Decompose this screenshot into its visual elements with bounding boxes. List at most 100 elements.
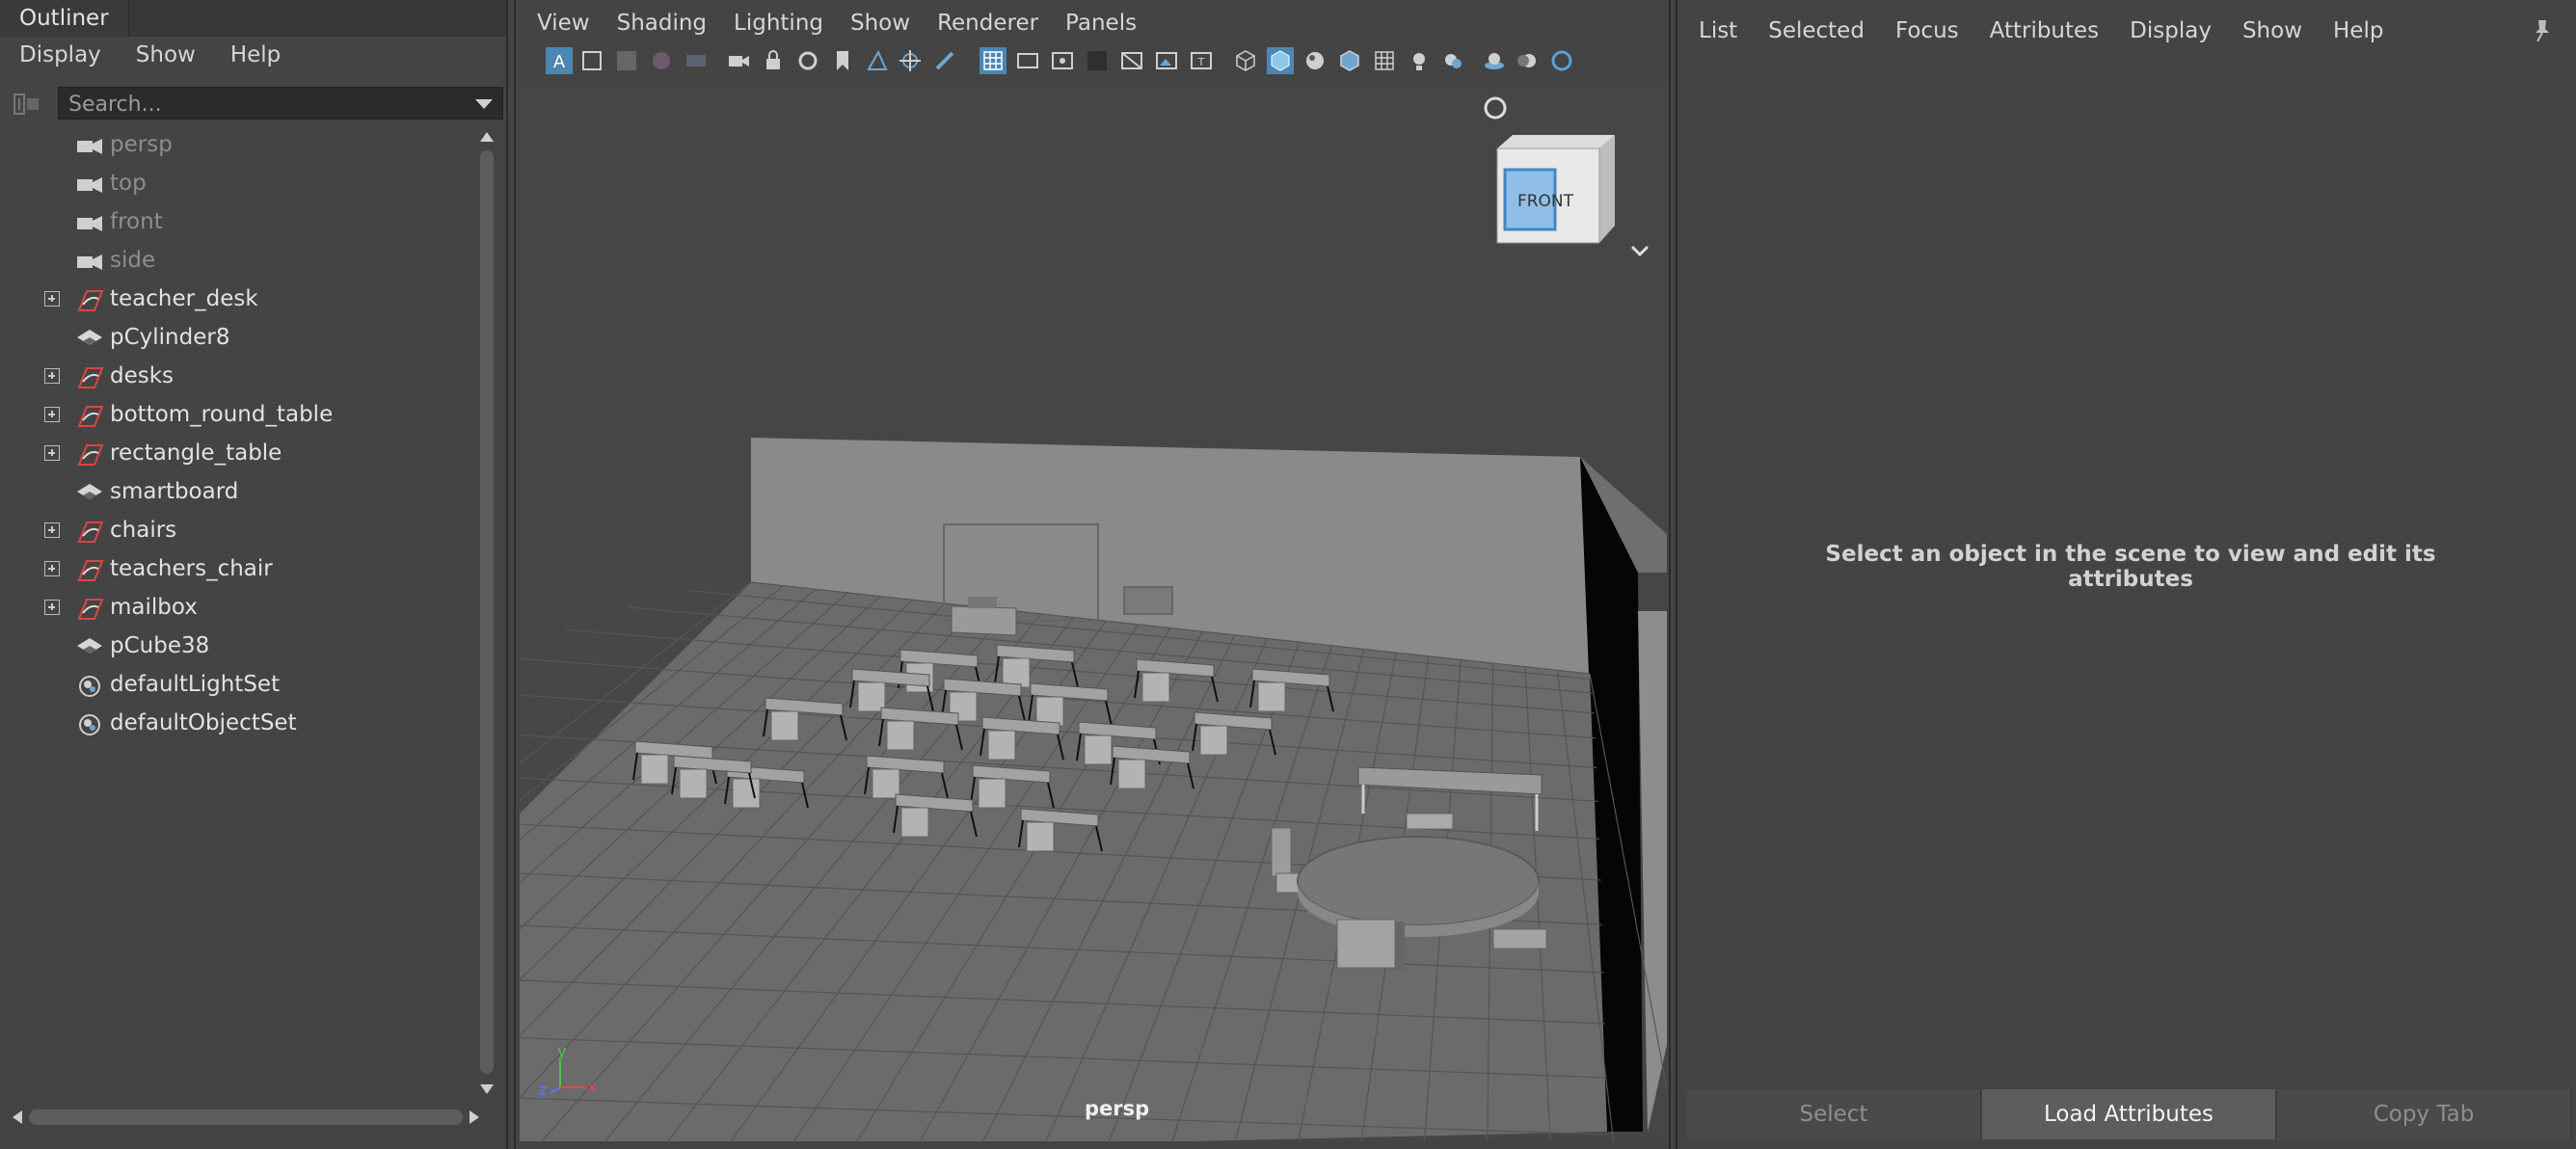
copy-tab-button[interactable]: Copy Tab <box>2277 1089 2572 1139</box>
frame-icon[interactable] <box>579 48 604 73</box>
gate-mask-icon[interactable] <box>1085 48 1110 73</box>
viewport-menu-shading[interactable]: Shading <box>604 6 720 40</box>
group-node-icon <box>73 557 106 581</box>
mailbox-mesh[interactable] <box>1123 586 1173 615</box>
viewport-menubar: View Shading Lighting Show Renderer Pane… <box>523 6 1150 40</box>
grid-view-icon[interactable] <box>614 48 639 73</box>
outliner-horizontal-scrollbar[interactable] <box>10 1105 492 1130</box>
search-dropdown-icon[interactable] <box>475 99 493 109</box>
lock-camera-icon[interactable] <box>761 48 786 73</box>
safe-title-icon[interactable]: T <box>1189 48 1214 73</box>
camera-attributes-icon[interactable] <box>795 48 820 73</box>
viewport-menu-view[interactable]: View <box>523 6 604 40</box>
outliner-item[interactable]: desks <box>0 357 472 395</box>
attr-menu-selected[interactable]: Selected <box>1753 12 1880 50</box>
viewport-menu-panels[interactable]: Panels <box>1052 6 1150 40</box>
use-all-lights-icon[interactable] <box>1407 48 1432 73</box>
outliner-item[interactable]: pCylinder8 <box>0 318 472 357</box>
resolution-gate-icon[interactable] <box>684 48 709 73</box>
textured-icon[interactable] <box>1372 48 1397 73</box>
outliner-menu-display[interactable]: Display <box>2 37 119 73</box>
outliner-item[interactable]: smartboard <box>0 472 472 511</box>
viewport-menu-renderer[interactable]: Renderer <box>924 6 1052 40</box>
shadows-icon[interactable] <box>1439 48 1464 73</box>
outliner-item[interactable]: top <box>0 164 472 202</box>
attr-menu-show[interactable]: Show <box>2227 12 2318 50</box>
chair-mesh[interactable] <box>1492 928 1547 949</box>
film-icon[interactable] <box>1015 48 1040 73</box>
grid-icon[interactable] <box>979 46 1007 75</box>
safe-action-icon[interactable] <box>1154 48 1179 73</box>
3d-scene-view[interactable]: y x z FRONT <box>520 81 1667 1141</box>
pin-icon[interactable] <box>2530 17 2555 44</box>
select-camera-icon[interactable]: A <box>545 46 574 75</box>
expand-icon[interactable] <box>44 291 60 307</box>
filter-icon[interactable] <box>12 89 42 120</box>
outliner-item[interactable]: defaultLightSet <box>0 665 472 704</box>
viewport-menu-lighting[interactable]: Lighting <box>720 6 837 40</box>
outliner-item[interactable]: pCube38 <box>0 627 472 665</box>
outliner-item[interactable]: teachers_chair <box>0 549 472 588</box>
svg-text:T: T <box>1197 56 1205 68</box>
scroll-left-icon[interactable] <box>10 1109 25 1126</box>
expand-icon[interactable] <box>44 522 60 538</box>
film-gate-icon[interactable] <box>649 48 674 73</box>
2d-pan-zoom-icon[interactable] <box>898 48 923 73</box>
attr-menu-list[interactable]: List <box>1683 12 1753 50</box>
outliner-item[interactable]: chairs <box>0 511 472 549</box>
attr-menu-help[interactable]: Help <box>2318 12 2399 50</box>
scroll-down-icon[interactable] <box>478 1082 496 1097</box>
wireframe-on-shaded-icon[interactable] <box>1337 48 1362 73</box>
grease-pencil-icon[interactable] <box>932 48 957 73</box>
camera-icon[interactable] <box>726 48 751 73</box>
screen-space-ao-icon[interactable] <box>1482 48 1507 73</box>
resolution-icon[interactable] <box>1050 48 1075 73</box>
expand-icon[interactable] <box>44 600 60 615</box>
attr-menu-display[interactable]: Display <box>2114 12 2227 50</box>
outliner-tab[interactable]: Outliner <box>0 0 129 37</box>
outliner-item-label: teachers_chair <box>110 556 273 581</box>
anti-aliasing-icon[interactable] <box>1549 48 1574 73</box>
smooth-shade-icon[interactable] <box>1266 46 1295 75</box>
outliner-item[interactable]: teacher_desk <box>0 280 472 318</box>
empty-selection-message: Select an object in the scene to view an… <box>1825 542 2436 592</box>
outliner-item[interactable]: bottom_round_table <box>0 395 472 434</box>
motion-blur-icon[interactable] <box>1515 48 1540 73</box>
outliner-item[interactable]: persp <box>0 125 472 164</box>
wireframe-icon[interactable] <box>1233 48 1258 73</box>
outliner-item-label: chairs <box>110 518 177 543</box>
load-attributes-button[interactable]: Load Attributes <box>1982 1089 2277 1139</box>
svg-text:A: A <box>553 52 566 72</box>
outliner-item[interactable]: mailbox <box>0 588 472 627</box>
outliner-item[interactable]: defaultObjectSet <box>0 704 472 742</box>
chair-mesh[interactable] <box>1271 827 1292 877</box>
camera-node-icon <box>73 210 106 233</box>
scroll-up-icon[interactable] <box>478 129 496 145</box>
bookmark-icon[interactable] <box>830 48 855 73</box>
outliner-menu-show[interactable]: Show <box>119 37 213 73</box>
expand-icon[interactable] <box>44 445 60 461</box>
field-chart-icon[interactable] <box>1119 48 1144 73</box>
outliner-vertical-scrollbar[interactable] <box>478 129 496 1094</box>
attr-menu-attributes[interactable]: Attributes <box>1974 12 2115 50</box>
chair-mesh[interactable] <box>1336 919 1396 969</box>
expand-icon[interactable] <box>44 561 60 576</box>
search-input[interactable] <box>67 88 456 120</box>
attr-menu-focus[interactable]: Focus <box>1880 12 1974 50</box>
scrollbar-thumb[interactable] <box>29 1109 463 1125</box>
camera-node-icon <box>73 172 106 195</box>
outliner-menu-help[interactable]: Help <box>213 37 298 73</box>
outliner-item[interactable]: rectangle_table <box>0 434 472 472</box>
scroll-right-icon[interactable] <box>467 1109 482 1126</box>
outliner-item-label: smartboard <box>110 479 239 504</box>
expand-icon[interactable] <box>44 407 60 422</box>
default-material-icon[interactable] <box>1302 48 1328 73</box>
image-plane-icon[interactable] <box>865 48 890 73</box>
scrollbar-thumb[interactable] <box>480 150 494 1074</box>
expand-icon[interactable] <box>44 368 60 384</box>
select-button[interactable]: Select <box>1687 1089 1982 1139</box>
group-node-icon <box>73 403 106 427</box>
outliner-item[interactable]: front <box>0 202 472 241</box>
viewport-menu-show[interactable]: Show <box>837 6 924 40</box>
outliner-item[interactable]: side <box>0 241 472 280</box>
